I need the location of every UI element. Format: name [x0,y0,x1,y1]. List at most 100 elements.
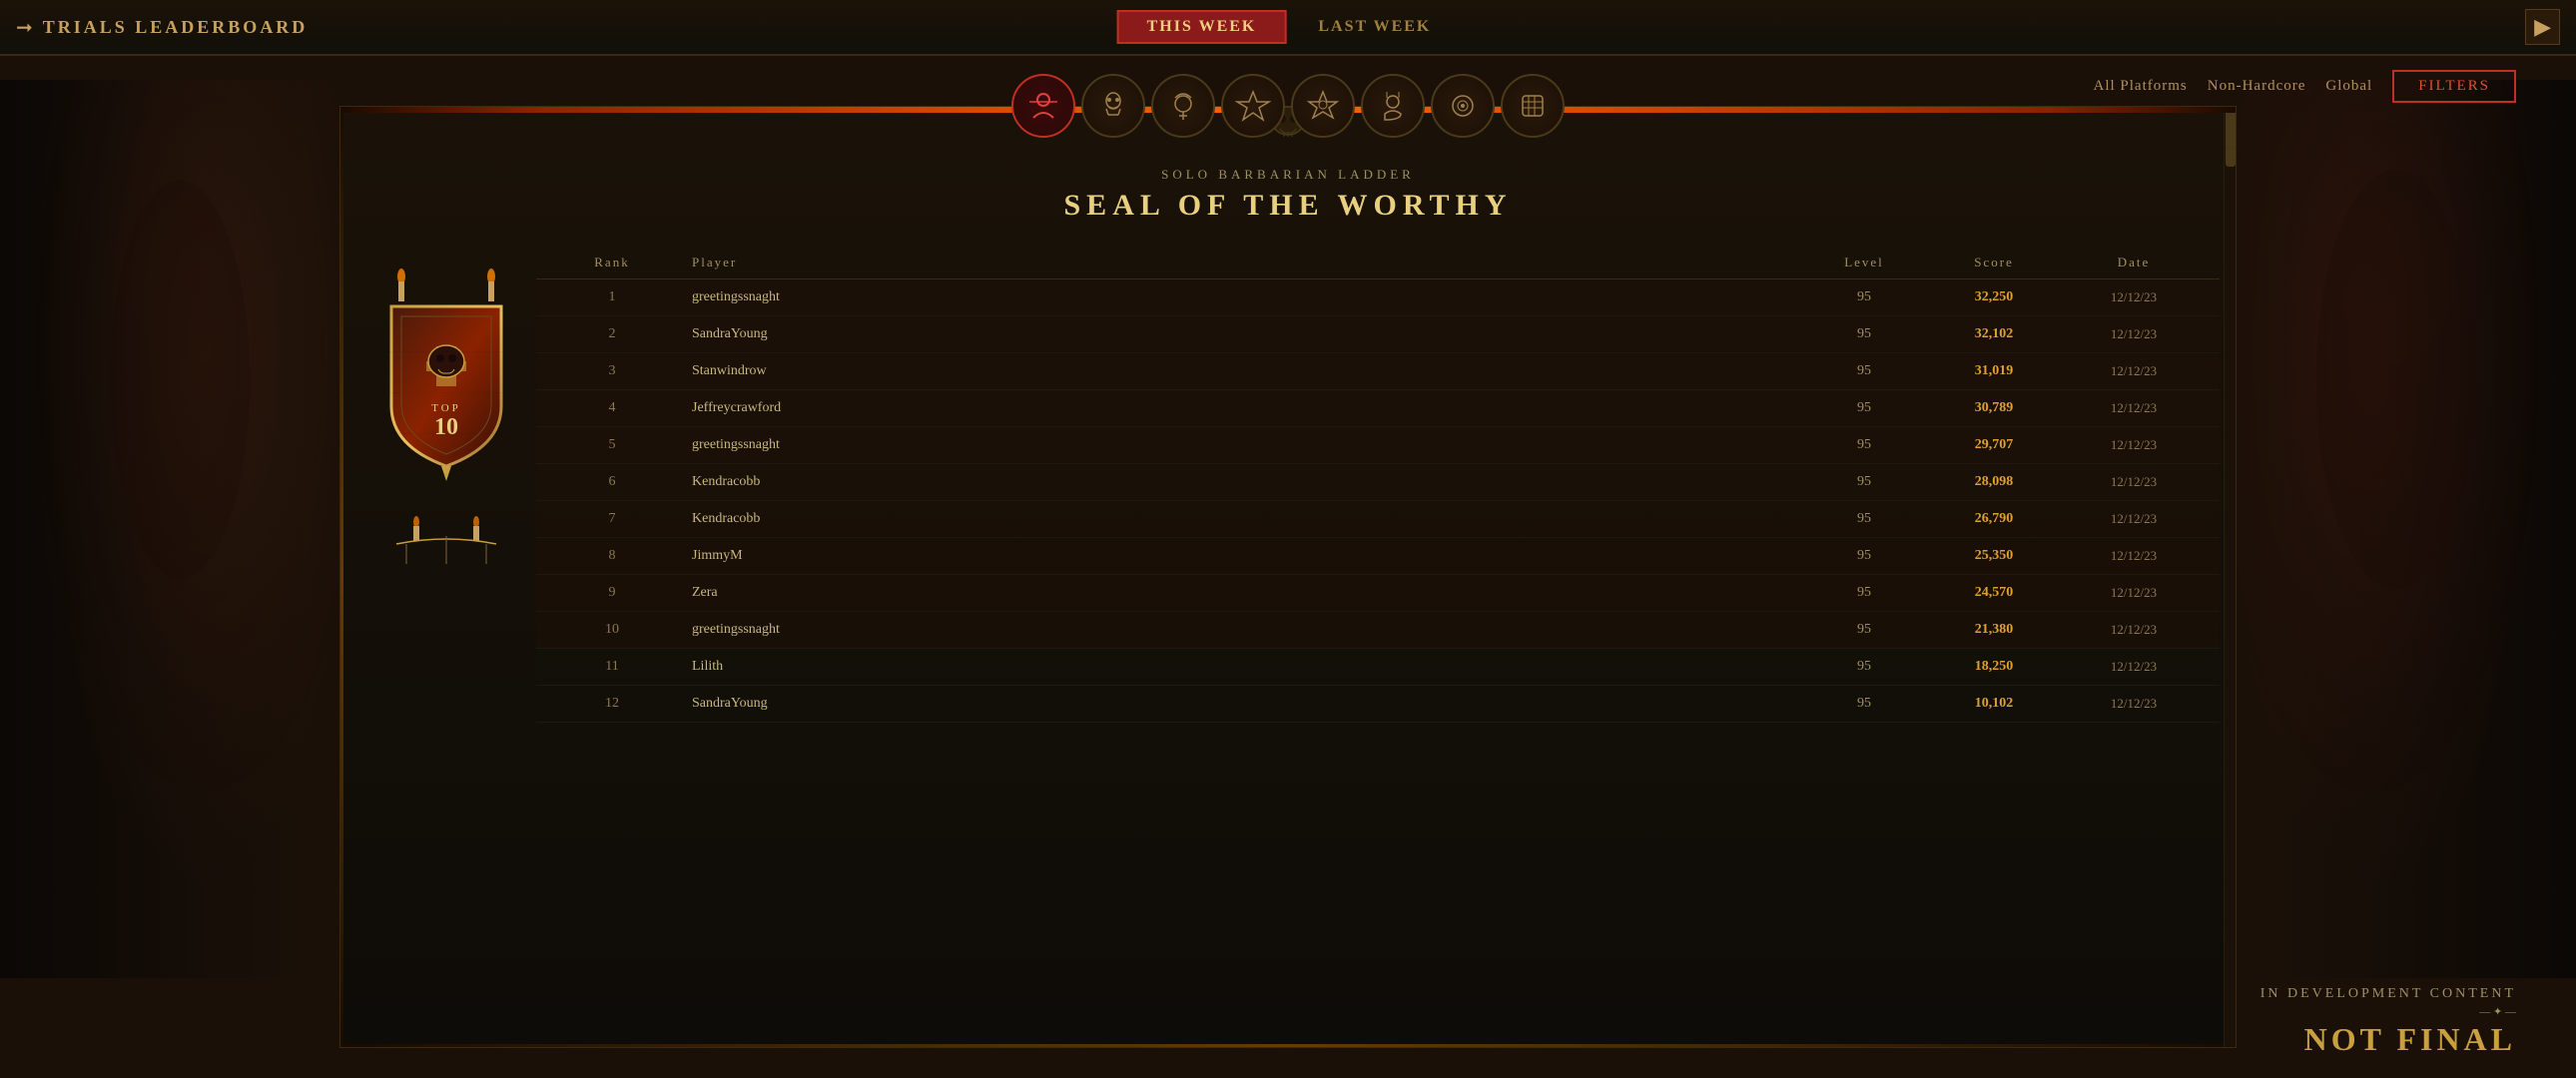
header-rank: Rank [552,255,672,270]
exit-icon[interactable]: ▶ [2525,9,2560,45]
top-bar-left: ➞ TRIALS LEADERBOARD [0,15,308,40]
cell-date: 12/12/23 [2064,659,2204,675]
table-body[interactable]: 1 greetingssnaght 95 32,250 12/12/23 2 S… [536,279,2220,1020]
table-row[interactable]: 2 SandraYoung 95 32,102 12/12/23 [536,316,2220,353]
table-row[interactable]: 8 JimmyM 95 25,350 12/12/23 [536,538,2220,575]
cell-date: 12/12/23 [2064,474,2204,490]
class-icon-sorcerer[interactable] [1221,74,1285,138]
cell-level: 95 [1804,363,1924,379]
table-row[interactable]: 4 Jeffreycrawford 95 30,789 12/12/23 [536,390,2220,427]
cell-level: 95 [1804,696,1924,712]
filter-area: All Platforms Non-Hardcore Global Filter… [2094,70,2517,103]
page-title: TRIALS LEADERBOARD [43,17,309,38]
class-icon-barbarian[interactable] [1011,74,1075,138]
badge-column: TOP 10 [356,247,536,1027]
cell-score: 24,570 [1924,585,2064,601]
cell-level: 95 [1804,326,1924,342]
cell-date: 12/12/23 [2064,548,2204,564]
top10-badge-svg: TOP 10 [371,267,521,486]
table-row[interactable]: 10 greetingssnaght 95 21,380 12/12/23 [536,612,2220,649]
class-icon-rogue[interactable] [1291,74,1355,138]
cell-level: 95 [1804,474,1924,490]
table-row[interactable]: 6 Kendracobb 95 28,098 12/12/23 [536,464,2220,501]
cell-score: 29,707 [1924,437,2064,453]
cell-player: SandraYoung [672,326,1804,342]
top10-badge-container: TOP 10 [366,257,526,496]
table-row[interactable]: 9 Zera 95 24,570 12/12/23 [536,575,2220,612]
table-row[interactable]: 5 greetingssnaght 95 29,707 12/12/23 [536,427,2220,464]
cell-date: 12/12/23 [2064,437,2204,453]
ladder-subtitle: SOLO BARBARIAN LADDER [340,167,2236,183]
class-icon-druid[interactable] [1151,74,1215,138]
cell-player: Zera [672,585,1804,601]
panel-content: SOLO BARBARIAN LADDER SEAL OF THE WORTHY [340,107,2236,1047]
cell-rank: 1 [552,289,672,305]
header-player: Player [672,255,1804,270]
table-header: Rank Player Level Score Date [536,247,2220,279]
cell-level: 95 [1804,659,1924,675]
cell-player: Kendracobb [672,474,1804,490]
cell-score: 18,250 [1924,659,2064,675]
platform-filter[interactable]: All Platforms [2094,78,2188,95]
cell-date: 12/12/23 [2064,511,2204,527]
cell-rank: 4 [552,400,672,416]
cell-date: 12/12/23 [2064,363,2204,379]
cell-date: 12/12/23 [2064,326,2204,342]
leaderboard-container: TOP 10 [340,247,2236,1027]
class-icon-necromancer[interactable] [1081,74,1145,138]
svg-text:10: 10 [434,414,458,440]
cell-level: 95 [1804,400,1924,416]
background-right [2237,80,2576,978]
cell-player: Lilith [672,659,1804,675]
svg-text:TOP: TOP [431,402,461,414]
table-row[interactable]: 1 greetingssnaght 95 32,250 12/12/23 [536,279,2220,316]
cell-date: 12/12/23 [2064,622,2204,638]
main-panel: SOLO BARBARIAN LADDER SEAL OF THE WORTHY [339,106,2237,1048]
cell-score: 32,250 [1924,289,2064,305]
class-icons-row [1011,56,1565,156]
back-arrow-icon[interactable]: ➞ [16,15,33,40]
cell-player: SandraYoung [672,696,1804,712]
dev-notice: IN DEVELOPMENT CONTENT — ✦ — NOT FINAL [2260,986,2516,1058]
cell-rank: 8 [552,548,672,564]
scrollbar-track[interactable] [2224,107,2236,1047]
background-left [0,80,339,978]
cell-rank: 5 [552,437,672,453]
cell-score: 28,098 [1924,474,2064,490]
cell-date: 12/12/23 [2064,696,2204,712]
cell-level: 95 [1804,437,1924,453]
filters-button[interactable]: Filters [2392,70,2516,103]
cell-level: 95 [1804,622,1924,638]
scope-filter[interactable]: Global [2325,78,2372,95]
class-icon-class6[interactable] [1361,74,1425,138]
badge-bottom-decoration [366,504,526,584]
this-week-tab[interactable]: THIS WEEK [1117,10,1287,44]
class-icon-class7[interactable] [1431,74,1495,138]
cell-player: greetingssnaght [672,437,1804,453]
table-row[interactable]: 12 SandraYoung 95 10,102 12/12/23 [536,686,2220,723]
top-bar: ➞ TRIALS LEADERBOARD THIS WEEK LAST WEEK… [0,0,2576,56]
dev-notice-bottom-text: NOT FINAL [2260,1021,2516,1058]
cell-player: greetingssnaght [672,289,1804,305]
class-icon-class8[interactable] [1501,74,1565,138]
cell-rank: 11 [552,659,672,675]
table-row[interactable]: 3 Stanwindrow 95 31,019 12/12/23 [536,353,2220,390]
cell-score: 30,789 [1924,400,2064,416]
table-row[interactable]: 11 Lilith 95 18,250 12/12/23 [536,649,2220,686]
cell-date: 12/12/23 [2064,289,2204,305]
mode-filter[interactable]: Non-Hardcore [2208,78,2306,95]
cell-score: 21,380 [1924,622,2064,638]
cell-level: 95 [1804,289,1924,305]
cell-score: 32,102 [1924,326,2064,342]
table-row[interactable]: 7 Kendracobb 95 26,790 12/12/23 [536,501,2220,538]
header-date: Date [2064,255,2204,270]
cell-player: Kendracobb [672,511,1804,527]
scrollbar-thumb[interactable] [2226,107,2236,167]
cell-rank: 6 [552,474,672,490]
cell-score: 31,019 [1924,363,2064,379]
cell-score: 26,790 [1924,511,2064,527]
cell-rank: 2 [552,326,672,342]
cell-score: 25,350 [1924,548,2064,564]
week-tabs: THIS WEEK LAST WEEK [1117,10,1460,44]
last-week-tab[interactable]: LAST WEEK [1290,12,1459,42]
